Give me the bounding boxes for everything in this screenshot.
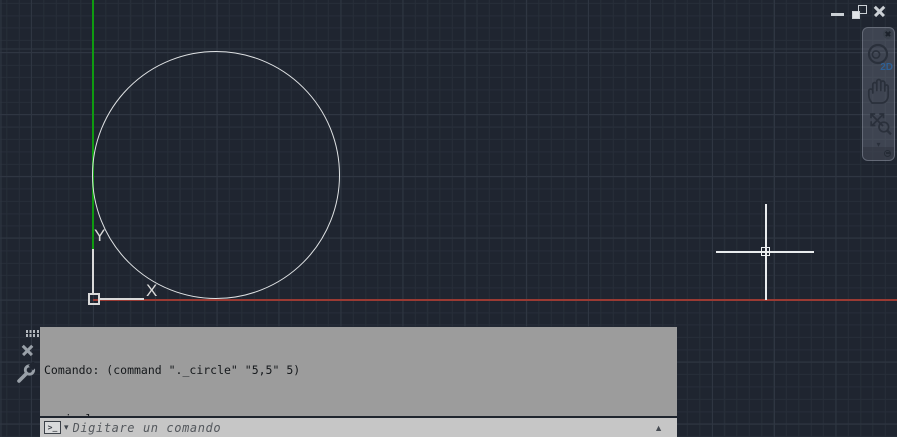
circle-entity[interactable] — [92, 51, 340, 299]
zoom-extents-icon — [870, 113, 892, 136]
close-button[interactable] — [872, 4, 887, 19]
x-axis-line — [93, 299, 897, 301]
restore-button[interactable] — [852, 5, 867, 19]
ucs-origin-square — [88, 293, 100, 305]
steering-wheel-2d-button[interactable]: 2D — [866, 42, 893, 74]
command-history[interactable]: Comando: (command "._circle" "5,5" 5) ._… — [40, 327, 677, 416]
navbar-customize-button[interactable] — [884, 149, 891, 157]
ucs-y-label: Y — [94, 226, 106, 245]
pan-button[interactable] — [866, 77, 893, 107]
command-input-row: >_ ▾ ▲ — [40, 416, 677, 437]
wheel-2d-label: 2D — [880, 62, 893, 73]
wrench-icon — [17, 361, 38, 383]
zoom-button[interactable] — [866, 108, 893, 140]
navbar-footer — [863, 147, 894, 160]
ucs-x-label: X — [146, 281, 158, 300]
command-history-line: Comando: (command "._circle" "5,5" 5) — [44, 362, 301, 377]
navigation-bar: 2D ▾ — [862, 27, 895, 161]
pan-hand-icon — [867, 78, 890, 104]
command-panel-settings-button[interactable] — [15, 361, 38, 385]
ucs-y-arm — [92, 249, 94, 294]
drawing-canvas[interactable]: X Y 2D ▾ Comando: (command "._circle" "5… — [0, 0, 897, 437]
recent-commands-caret-icon[interactable]: ▾ — [64, 422, 69, 433]
pickbox — [761, 247, 770, 256]
command-window: Comando: (command "._circle" "5,5" 5) ._… — [40, 326, 677, 437]
command-prompt-icon[interactable]: >_ — [44, 421, 61, 434]
y-axis-line — [92, 0, 94, 250]
minimize-button[interactable] — [831, 13, 844, 16]
navbar-close-button[interactable] — [883, 29, 893, 39]
ucs-x-arm — [99, 297, 144, 300]
command-panel-close-button[interactable] — [21, 344, 34, 357]
history-scroll-up-icon[interactable]: ▲ — [654, 424, 663, 433]
window-controls — [825, 0, 897, 26]
command-input[interactable] — [72, 420, 673, 435]
restore-icon-front — [852, 11, 860, 19]
